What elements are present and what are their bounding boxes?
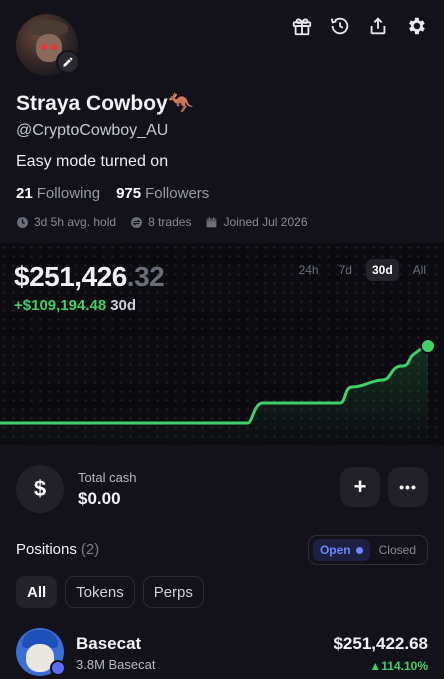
joined-date: Joined Jul 2026 <box>205 215 308 229</box>
chart-area <box>0 346 428 445</box>
verified-badge-icon <box>50 660 66 676</box>
portfolio-balance: $251,426.32 <box>14 261 165 292</box>
position-value: $251,422.68 <box>333 634 428 653</box>
edit-avatar-button[interactable] <box>56 50 80 74</box>
portfolio-change: +$109,194.48 30d <box>14 297 137 314</box>
settings-icon[interactable] <box>404 14 428 38</box>
bio: Easy mode turned on <box>16 153 169 170</box>
pencil-icon <box>63 57 73 67</box>
clock-icon <box>17 216 28 228</box>
toggle-open[interactable]: Open <box>312 539 370 561</box>
add-cash-button[interactable]: + <box>340 467 380 507</box>
chart-endpoint <box>420 338 436 354</box>
filter-perps[interactable]: Perps <box>142 576 204 608</box>
token-name: Basecat <box>76 634 142 653</box>
follow-stats: 21 Following 975 Followers <box>16 185 209 202</box>
gift-icon[interactable] <box>290 14 314 38</box>
position-filters: All Tokens Perps <box>16 576 204 608</box>
range-all[interactable]: All <box>407 259 432 281</box>
toggle-closed[interactable]: Closed <box>372 539 423 561</box>
display-name: Straya Cowboy🦘 <box>16 92 194 115</box>
active-dot-icon <box>355 546 363 554</box>
filter-tokens[interactable]: Tokens <box>65 576 135 608</box>
avg-hold: 3d 5h avg. hold <box>16 215 116 229</box>
total-cash-value: $0.00 <box>78 488 121 508</box>
position-change: ▲114.10% <box>369 659 428 673</box>
range-24h[interactable]: 24h <box>293 259 325 281</box>
username: @CryptoCowboy_AU <box>16 122 169 139</box>
range-7d[interactable]: 7d <box>333 259 358 281</box>
time-range-selector: 24h 7d 30d All <box>293 259 432 281</box>
total-cash: $ Total cash $0.00 <box>16 465 137 513</box>
position-row[interactable]: Basecat 3.8M Basecat $251,422.68 ▲114.10… <box>16 628 428 678</box>
profile-page: Straya Cowboy🦘 @CryptoCowboy_AU Easy mod… <box>0 0 444 679</box>
dollar-icon: $ <box>16 465 64 513</box>
share-icon[interactable] <box>366 14 390 38</box>
trades-count: 8 trades <box>130 215 191 229</box>
following-link[interactable]: 21 Following <box>16 185 100 202</box>
range-30d[interactable]: 30d <box>365 259 399 281</box>
more-options-button[interactable]: ••• <box>388 467 428 507</box>
portfolio-line-chart <box>0 338 436 445</box>
header-actions <box>290 14 428 38</box>
swap-icon <box>131 216 142 228</box>
open-closed-toggle: Open Closed <box>307 535 428 565</box>
positions-heading: Positions (2) <box>16 541 100 558</box>
profile-meta: 3d 5h avg. hold 8 trades Joined Jul 2026 <box>16 215 308 229</box>
filter-all[interactable]: All <box>16 576 58 608</box>
token-amount: 3.8M Basecat <box>76 657 156 672</box>
total-cash-label: Total cash <box>78 469 137 485</box>
followers-link[interactable]: 975 Followers <box>116 185 209 202</box>
calendar-icon <box>207 216 217 227</box>
history-icon[interactable] <box>328 14 352 38</box>
